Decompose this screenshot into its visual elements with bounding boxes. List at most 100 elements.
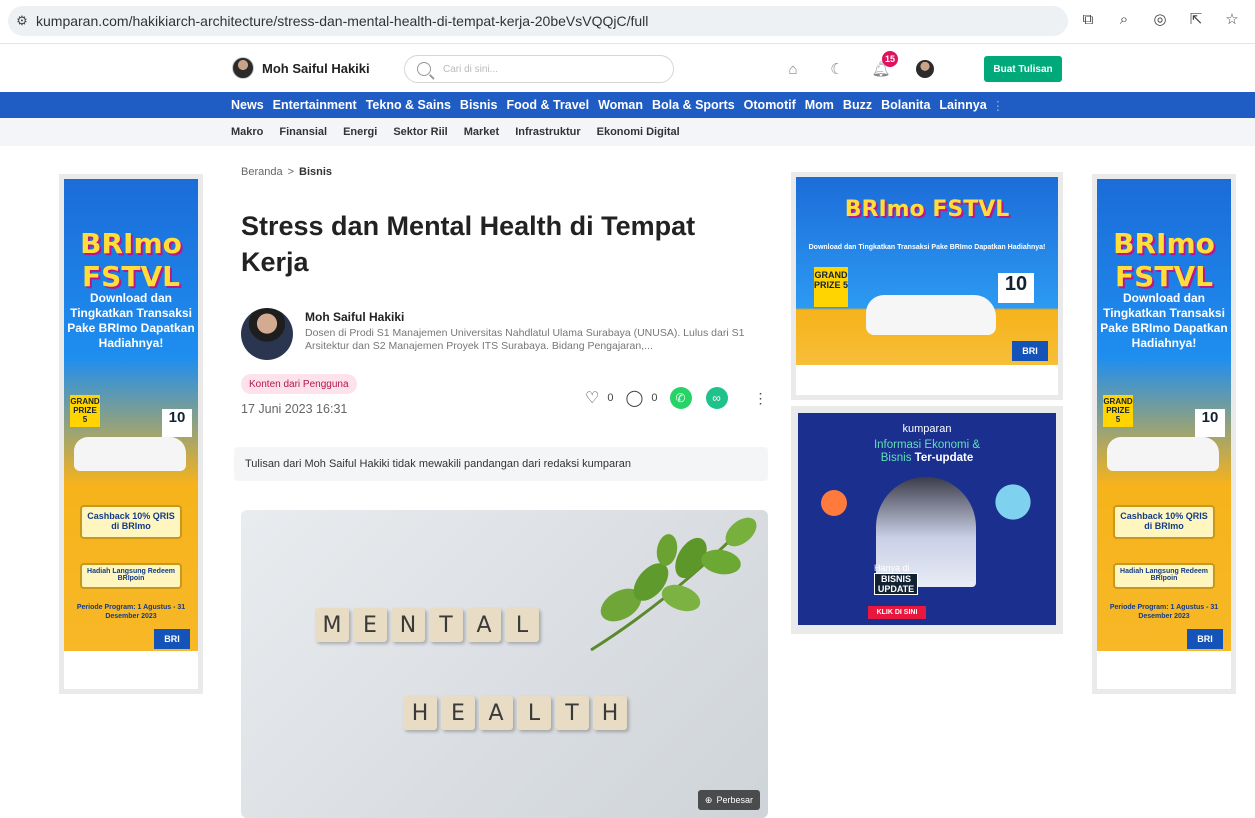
nav-item-tekno-sains[interactable]: Tekno & Sains [366,98,451,112]
car-illustration [1107,437,1219,471]
tiles-mental: M E N T A L [315,608,539,642]
comment-bubble-icon[interactable]: ◯ [625,388,643,408]
author-avatar[interactable] [241,308,293,360]
letter-tile: A [479,696,513,730]
ad-cta-button[interactable]: KLIK DI SINI [868,606,926,619]
profile-name: Moh Saiful Hakiki [262,60,370,76]
subnav-item-ekonomi-digital[interactable]: Ekonomi Digital [597,126,680,138]
subnav-item-market[interactable]: Market [464,126,499,138]
ad-headline-line1: Informasi Ekonomi & [873,439,981,451]
subnav-item-sektor-riil[interactable]: Sektor Riil [393,126,447,138]
author-name[interactable]: Moh Saiful Hakiki [305,310,767,324]
user-avatar[interactable] [916,60,934,78]
dark-mode-moon-icon[interactable]: ☾ [828,60,846,78]
article-title: Stress dan Mental Health di Tempat Kerja [241,211,696,277]
share-icon[interactable]: ⇱ [1187,10,1205,28]
like-count: 0 [607,392,614,404]
ad-hadiah: Hadiah Langsung Redeem BRIpoin [80,563,182,589]
letter-tile: M [315,608,349,642]
ad-headline-line2: Bisnis Ter-update [798,452,1056,465]
ad-hanya-di: Hanya di [874,563,910,573]
letter-tile: H [403,696,437,730]
bri-logo: BRI [154,629,190,649]
eye-slash-icon[interactable]: ◎ [1151,10,1169,28]
url-text[interactable]: kumparan.com/hakikiarch-architecture/str… [36,13,648,29]
article-hero-image[interactable]: M E N T A L H E A L T H ⊕ Perbesar [241,510,768,818]
brimo-ad: BRImo FSTVL Download dan Tingkatkan Tran… [64,179,198,689]
subnav-item-makro[interactable]: Makro [231,126,263,138]
ad-footer [64,651,198,689]
ad-footer [1097,651,1231,689]
ad-grand-prize: GRAND PRIZE 5 [1103,395,1133,427]
nav-item-lainnya[interactable]: Lainnya [939,98,986,112]
brimo-ad: BRImo FSTVL Download dan Tingkatkan Tran… [796,177,1058,395]
home-icon[interactable]: ⌂ [784,60,802,78]
ad-bisnis-update[interactable]: kumparan Informasi Ekonomi & Bisnis Ter-… [791,406,1063,634]
ad-footer [796,365,1058,395]
search-input[interactable]: Cari di sini... [404,55,674,83]
subnav-item-finansial[interactable]: Finansial [279,126,327,138]
breadcrumb-separator: > [287,166,295,178]
ad-banner-left[interactable]: BRImo FSTVL Download dan Tingkatkan Tran… [59,174,203,694]
ad-banner-right[interactable]: BRImo FSTVL Download dan Tingkatkan Tran… [1092,174,1236,694]
url-field[interactable]: ⚙ kumparan.com/hakikiarch-architecture/s… [8,6,1068,36]
breadcrumb: Beranda > Bisnis [241,166,332,178]
enlarge-image-button[interactable]: ⊕ Perbesar [697,790,760,810]
tiles-health: H E A L T H [403,696,627,730]
install-app-icon[interactable]: ⧉ [1079,10,1097,28]
notification-bell-icon[interactable]: 🔔︎ 15 [871,51,899,78]
user-content-badge: Konten dari Pengguna [241,374,357,394]
ad-grand-prize: GRAND PRIZE 5 [70,395,100,427]
letter-tile: E [353,608,387,642]
ad-ten-units: 10 [1195,409,1225,437]
letter-tile: N [391,608,425,642]
browser-toolbar: ⧉ ⌕ ◎ ⇱ ☆ [1079,10,1241,29]
nav-item-otomotif[interactable]: Otomotif [744,98,796,112]
breadcrumb-home[interactable]: Beranda [241,166,283,178]
nav-item-entertainment[interactable]: Entertainment [273,98,357,112]
letter-tile: L [505,608,539,642]
nav-item-bolanita[interactable]: Bolanita [881,98,930,112]
editorial-disclaimer: Tulisan dari Moh Saiful Hakiki tidak mew… [234,447,768,481]
profile-link[interactable]: Moh Saiful Hakiki [232,57,370,79]
car-illustration [866,295,996,335]
zoom-in-icon: ⊕ [704,794,713,805]
subnav-item-energi[interactable]: Energi [343,126,377,138]
ad-bisnis-badge: BISNIS UPDATE [874,573,918,595]
bri-logo: BRI [1012,341,1048,361]
author-info: Moh Saiful Hakiki Dosen di Prodi S1 Mana… [305,308,767,360]
ad-tagline: Download dan Tingkatkan Transaksi Pake B… [67,291,195,350]
write-article-button[interactable]: Buat Tulisan [984,56,1062,82]
nav-item-woman[interactable]: Woman [598,98,643,112]
more-dots-icon[interactable]: ⋮ [992,98,1005,113]
nav-item-buzz[interactable]: Buzz [843,98,872,112]
ad-cashback: Cashback 10% QRIS di BRImo [1113,505,1215,539]
bookmark-star-icon[interactable]: ☆ [1223,10,1241,28]
nav-item-bola-sports[interactable]: Bola & Sports [652,98,735,112]
ad-periode: Periode Program: 1 Agustus - 31 Desember… [1109,604,1219,620]
ad-headline-bisnis: Bisnis [880,452,912,464]
breadcrumb-current[interactable]: Bisnis [299,166,332,178]
more-options-icon[interactable]: ⋮ [754,390,768,407]
nav-item-bisnis[interactable]: Bisnis [460,98,498,112]
nav-item-news[interactable]: News [231,98,264,112]
letter-tile: H [593,696,627,730]
zoom-icon[interactable]: ⌕ [1115,10,1133,28]
nav-item-food-travel[interactable]: Food & Travel [506,98,589,112]
car-illustration [74,437,186,471]
nav-item-mom[interactable]: Mom [805,98,834,112]
ad-headline: Informasi Ekonomi & Bisnis Ter-update [798,439,1056,465]
whatsapp-share-icon[interactable]: ✆ [669,387,692,409]
copy-link-icon[interactable]: ∞ [705,387,728,409]
decorative-shape [978,467,1048,537]
author-bio: Dosen di Prodi S1 Manajemen Universitas … [305,327,745,352]
ad-square-brimo[interactable]: BRImo FSTVL Download dan Tingkatkan Tran… [791,172,1063,400]
ad-grand-prize: GRAND PRIZE 5 [814,267,848,307]
tune-icon[interactable]: ⚙ [8,6,36,36]
like-heart-icon[interactable]: ♡ [585,388,599,408]
subnav-item-infrastruktur[interactable]: Infrastruktur [515,126,580,138]
search-placeholder: Cari di sini... [443,63,499,75]
search-icon [417,62,431,76]
ad-brand: BRImo FSTVL [80,227,182,293]
letter-tile: E [441,696,475,730]
